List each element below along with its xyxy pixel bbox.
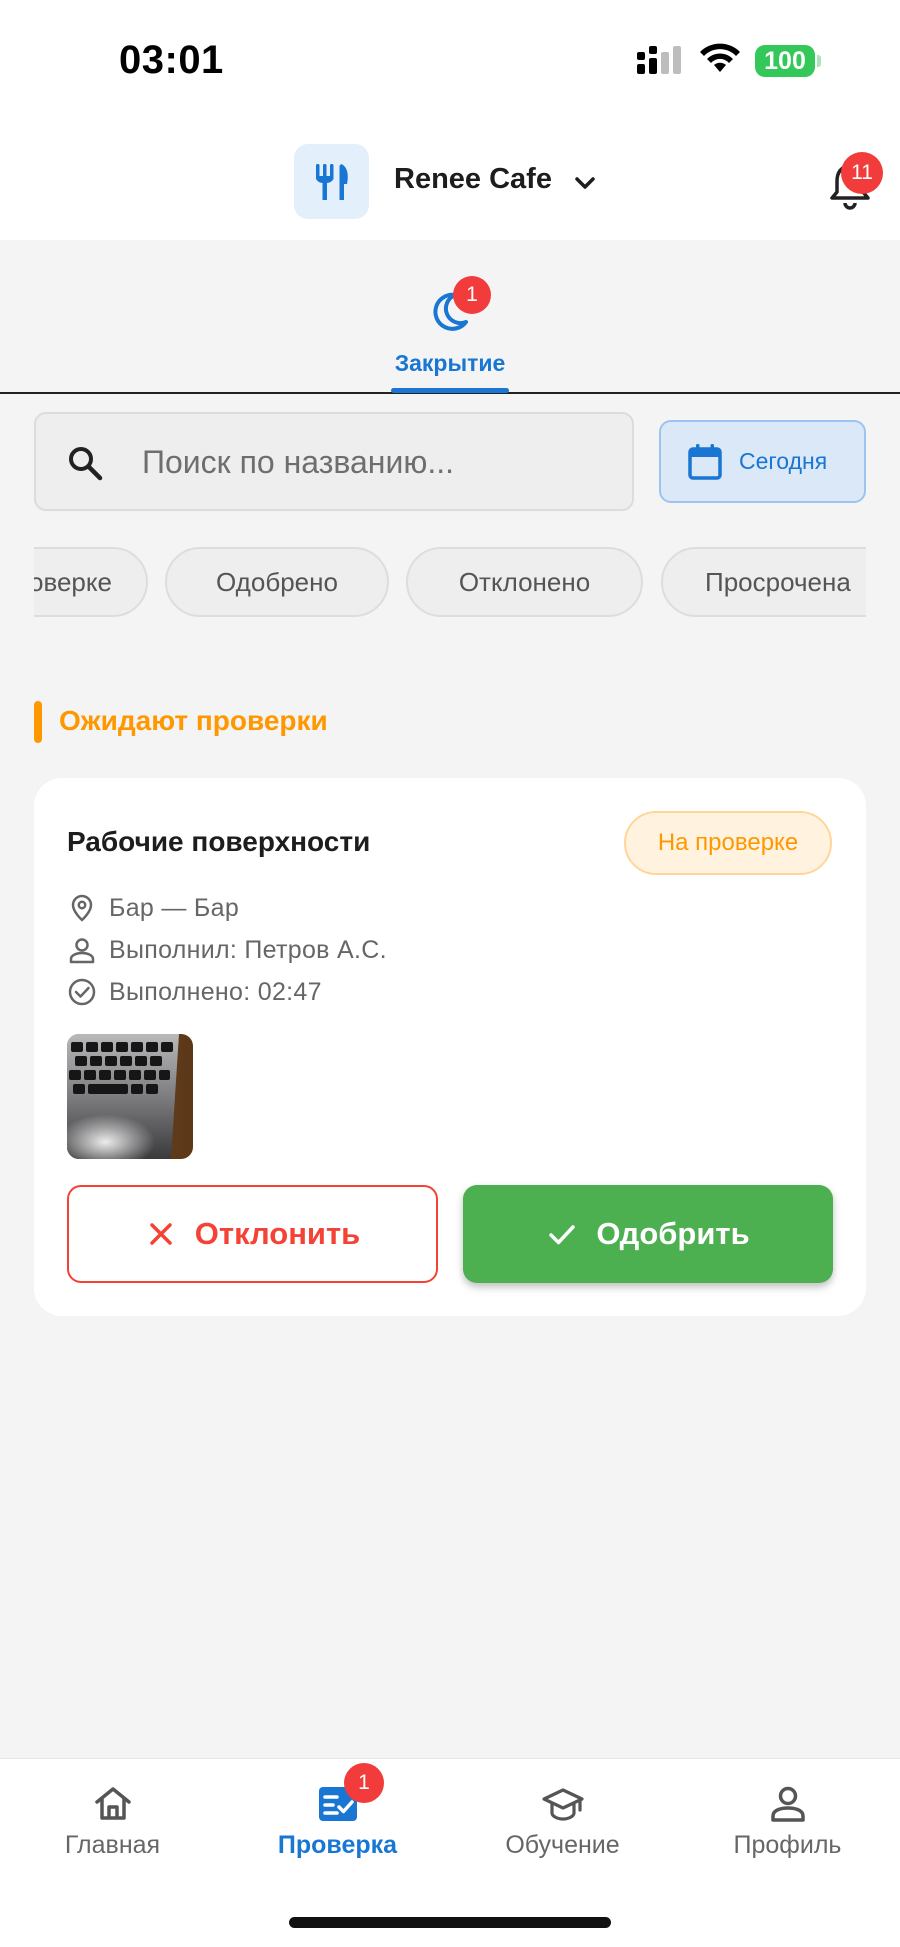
graduation-cap-icon bbox=[542, 1788, 584, 1821]
battery-indicator: 100 bbox=[755, 45, 815, 77]
check-circle-icon bbox=[68, 978, 96, 1006]
chip-pending[interactable]: На проверке bbox=[34, 547, 148, 617]
person-icon bbox=[69, 938, 95, 964]
nav-review-label: Проверка bbox=[277, 1831, 398, 1859]
approve-button-label: Одобрить bbox=[596, 1216, 750, 1251]
status-time: 03:01 bbox=[119, 38, 224, 82]
task-completed-row: Выполнено: 02:47 bbox=[67, 976, 322, 1008]
status-filter-chips: На проверке Одобрено Отклонено Просрочен… bbox=[34, 547, 866, 619]
task-location-row: Бар — Бар bbox=[67, 892, 239, 924]
battery-tip bbox=[817, 55, 821, 67]
keyboard-photo bbox=[67, 1034, 193, 1159]
nav-review-badge: 1 bbox=[344, 1763, 384, 1803]
task-title: Рабочие поверхности bbox=[67, 826, 371, 857]
task-performer-row: Выполнил: Петров А.С. bbox=[67, 934, 387, 966]
date-filter-label: Сегодня bbox=[739, 448, 828, 474]
app-header: Renee Cafe 11 bbox=[0, 120, 900, 240]
person-icon bbox=[771, 1786, 805, 1822]
shift-tabs: 1 Закрытие bbox=[0, 240, 900, 394]
notification-badge: 11 bbox=[841, 152, 883, 194]
chevron-down-icon[interactable] bbox=[568, 166, 602, 200]
cellular-signal-icon bbox=[637, 46, 681, 74]
home-icon bbox=[95, 1787, 131, 1820]
section-title: Ожидают проверки bbox=[59, 705, 328, 736]
checkmark-icon bbox=[549, 1225, 576, 1245]
tab-closing[interactable]: 1 Закрытие bbox=[385, 258, 515, 394]
date-filter-button[interactable]: Сегодня bbox=[659, 420, 866, 503]
reject-button-label: Отклонить bbox=[194, 1216, 361, 1251]
nav-profile[interactable]: Профиль bbox=[675, 1759, 900, 1899]
nav-training[interactable]: Обучение bbox=[450, 1759, 675, 1899]
task-performer: Выполнил: Петров А.С. bbox=[109, 935, 387, 964]
tab-active-indicator bbox=[391, 388, 509, 393]
section-accent-bar bbox=[34, 701, 42, 743]
chip-overdue[interactable]: Просрочена bbox=[661, 547, 866, 617]
task-card[interactable]: Рабочие поверхности На проверке Бар — Ба… bbox=[34, 778, 866, 1316]
nav-home[interactable]: Главная bbox=[0, 1759, 225, 1899]
approve-button[interactable]: Одобрить bbox=[463, 1185, 833, 1283]
home-indicator[interactable] bbox=[289, 1917, 611, 1928]
nav-review[interactable]: 1 Проверка bbox=[225, 1759, 450, 1899]
search-icon bbox=[69, 447, 103, 481]
tab-badge: 1 bbox=[453, 276, 491, 314]
status-bar: 03:01 100 bbox=[0, 0, 900, 120]
status-badge: На проверке bbox=[624, 811, 832, 875]
tab-label: Закрытие bbox=[394, 350, 506, 376]
fork-knife-icon bbox=[315, 163, 348, 200]
task-location: Бар — Бар bbox=[109, 893, 240, 922]
task-completed-time: Выполнено: 02:47 bbox=[109, 977, 322, 1006]
location-pin-icon bbox=[71, 894, 93, 922]
search-input[interactable] bbox=[142, 436, 612, 488]
nav-training-label: Обучение bbox=[505, 1831, 620, 1859]
chip-rejected[interactable]: Отклонено bbox=[406, 547, 643, 617]
search-box bbox=[34, 412, 634, 511]
chip-approved[interactable]: Одобрено bbox=[165, 547, 389, 617]
venue-name[interactable]: Renee Cafe bbox=[394, 163, 552, 196]
venue-logo[interactable] bbox=[294, 144, 369, 219]
calendar-icon bbox=[688, 443, 722, 480]
close-icon bbox=[150, 1223, 172, 1245]
reject-button[interactable]: Отклонить bbox=[67, 1185, 438, 1283]
task-photo-thumbnail[interactable] bbox=[67, 1034, 193, 1159]
nav-home-label: Главная bbox=[64, 1831, 161, 1859]
nav-profile-label: Профиль bbox=[733, 1831, 842, 1859]
wifi-icon bbox=[700, 43, 740, 72]
